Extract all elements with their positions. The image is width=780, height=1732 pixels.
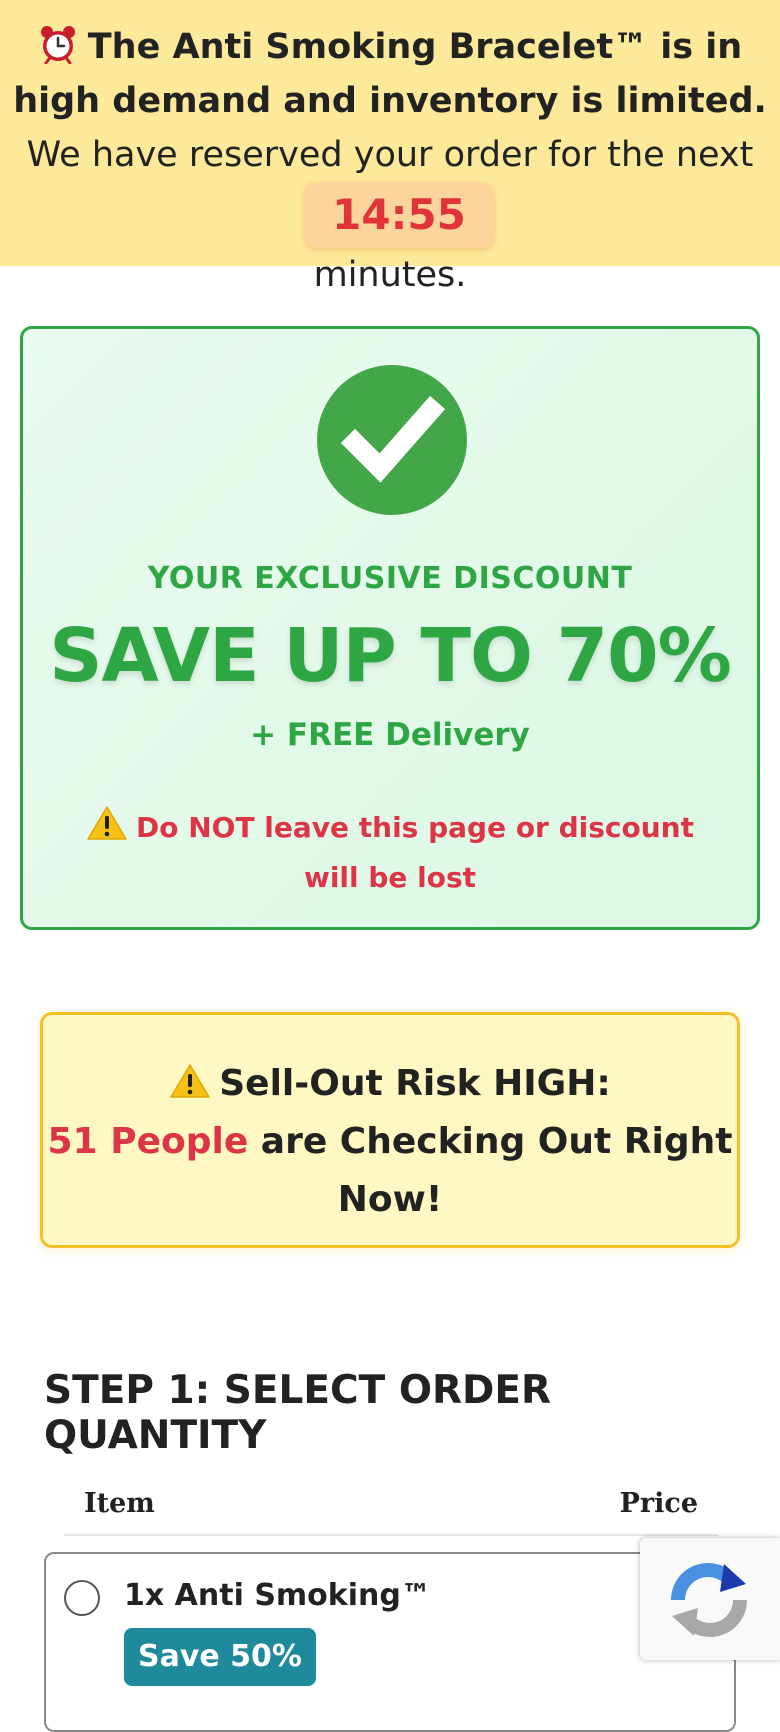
column-item: Item bbox=[84, 1488, 155, 1519]
warning-icon bbox=[87, 806, 127, 840]
discount-box: YOUR EXCLUSIVE DISCOUNT SAVE UP TO 70% +… bbox=[20, 326, 760, 930]
sellout-title-line: Sell-Out Risk HIGH: bbox=[43, 1055, 737, 1113]
banner-message: The Anti Smoking Bracelet™ is in high de… bbox=[10, 20, 770, 302]
countdown-timer: 14:55 bbox=[304, 182, 494, 248]
sellout-title: Sell-Out Risk HIGH: bbox=[219, 1063, 611, 1104]
column-price: Price bbox=[619, 1488, 698, 1519]
product-radio[interactable] bbox=[64, 1580, 100, 1616]
leave-warning: Do NOT leave this page or discount will … bbox=[83, 803, 697, 903]
check-circle-icon bbox=[317, 365, 467, 515]
free-delivery-text: + FREE Delivery bbox=[250, 717, 530, 753]
checkout-count: 51 bbox=[47, 1121, 98, 1162]
product-name: 1x Anti Smoking™ bbox=[124, 1578, 431, 1613]
checkout-count-line: 51 People are Checking Out Right Now! bbox=[43, 1113, 737, 1229]
step-title: STEP 1: SELECT ORDER QUANTITY bbox=[44, 1368, 552, 1458]
order-table-header: Item Price bbox=[64, 1482, 718, 1536]
checkout-people: People bbox=[110, 1121, 249, 1162]
warning-icon bbox=[170, 1064, 210, 1098]
recaptcha-icon bbox=[671, 1563, 747, 1637]
discount-headline: SAVE UP TO 70% bbox=[49, 613, 731, 699]
banner-suffix: minutes. bbox=[313, 255, 467, 295]
reservation-banner: The Anti Smoking Bracelet™ is in high de… bbox=[0, 0, 780, 295]
product-option-1x[interactable]: 1x Anti Smoking™ Save 50% bbox=[44, 1552, 736, 1732]
alarm-clock-icon bbox=[40, 26, 75, 64]
sellout-risk-box: Sell-Out Risk HIGH: 51 People are Checki… bbox=[40, 1012, 740, 1248]
recaptcha-widget[interactable] bbox=[640, 1538, 780, 1660]
banner-text: We have reserved your order for the next bbox=[26, 135, 754, 175]
save-badge: Save 50% bbox=[124, 1628, 316, 1686]
leave-warning-text: Do NOT leave this page or discount will … bbox=[135, 811, 695, 894]
checkout-rest: are Checking Out Right Now! bbox=[260, 1121, 733, 1220]
discount-subtitle: YOUR EXCLUSIVE DISCOUNT bbox=[147, 561, 633, 596]
banner-bold-text: The Anti Smoking Bracelet™ is in high de… bbox=[13, 27, 767, 121]
